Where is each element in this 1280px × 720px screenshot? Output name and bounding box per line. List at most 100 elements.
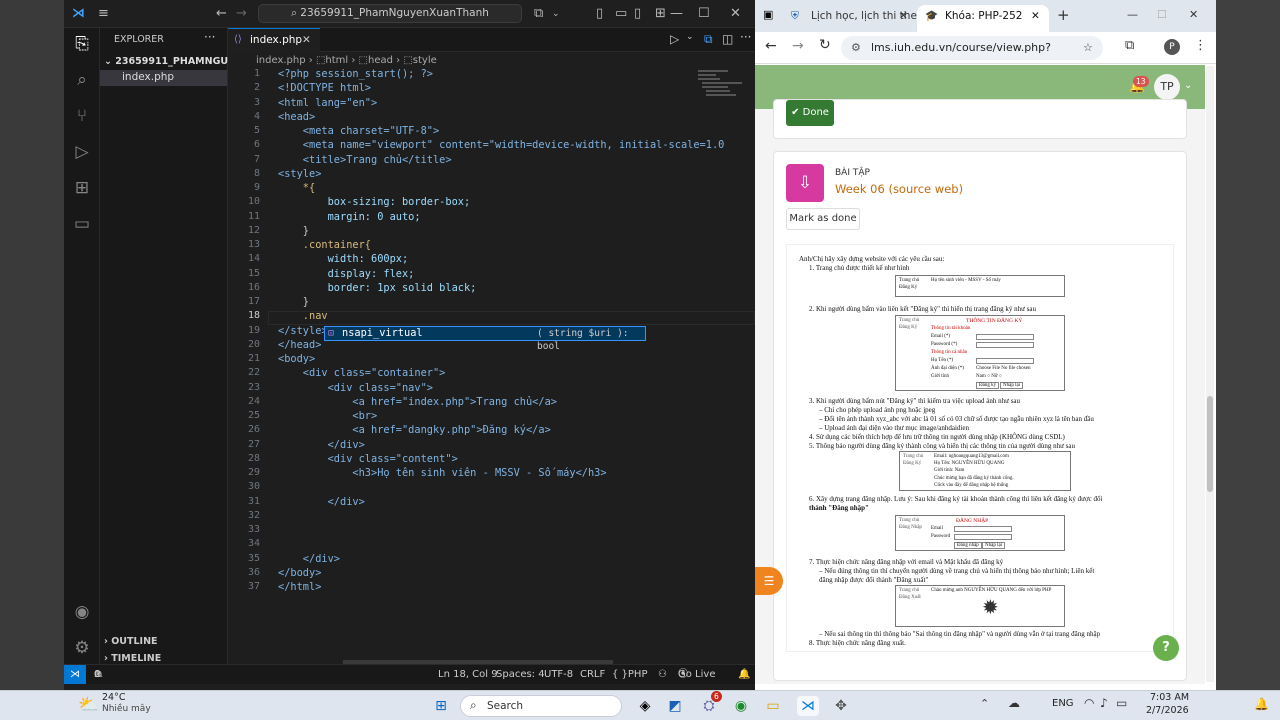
code-line[interactable]: </head> xyxy=(278,339,321,351)
close-tab-icon[interactable]: ✕ xyxy=(302,29,311,51)
profile-avatar[interactable]: P xyxy=(1164,39,1180,55)
autocomplete-suggestion[interactable]: ⊡ nsapi_virtual ( string $uri ): bool xyxy=(324,326,646,352)
indentation[interactable]: Spaces: 4 xyxy=(496,665,545,684)
chrome-icon[interactable]: ◉ xyxy=(730,696,752,716)
encoding[interactable]: UTF-8 xyxy=(544,665,573,684)
file-row-index-php[interactable]: index.php xyxy=(100,70,227,86)
page-scrollbar[interactable] xyxy=(1206,66,1214,682)
cursor-position[interactable]: Ln 18, Col 9 xyxy=(438,665,498,684)
notification-center-icon[interactable]: 🔔 xyxy=(1254,697,1269,711)
done-button[interactable]: ✔ Done xyxy=(786,100,834,126)
preview-icon[interactable]: ⧉ xyxy=(704,32,713,47)
code-line[interactable]: <meta charset="UTF-8"> xyxy=(278,125,439,137)
new-tab-icon[interactable]: + xyxy=(1057,6,1070,24)
remote-icon[interactable]: ⋊ xyxy=(64,665,86,684)
code-line[interactable]: </div> xyxy=(278,439,365,451)
scrollbar-thumb[interactable] xyxy=(1207,396,1213,492)
minimap[interactable] xyxy=(698,68,748,108)
code-line[interactable]: <h3>Họ tên sinh viên - MSSV - Số máy</h3… xyxy=(278,467,606,479)
more-actions-icon[interactable]: ··· xyxy=(204,30,215,44)
copilot-status-icon[interactable]: ⚇ xyxy=(658,665,667,684)
code-line[interactable]: <meta name="viewport" content="width=dev… xyxy=(278,139,725,151)
code-line[interactable]: <style> xyxy=(278,168,321,180)
chevron-down-icon[interactable]: ⌄ xyxy=(686,32,694,42)
maximize-icon[interactable]: ☐ xyxy=(1157,8,1167,21)
code-line[interactable]: } xyxy=(278,225,309,237)
remote-explorer-icon[interactable]: ▭ xyxy=(64,214,100,234)
language-mode[interactable]: { } PHP xyxy=(612,665,648,684)
close-tab-icon[interactable]: ✕ xyxy=(1031,5,1040,27)
volume-icon[interactable]: ♪ xyxy=(1100,696,1108,710)
layout-icon[interactable]: ⊞ xyxy=(655,6,666,22)
maximize-icon[interactable]: ☐ xyxy=(698,6,710,22)
course-index-drawer-icon[interactable]: ☰ xyxy=(755,567,783,595)
forward-arrow-icon[interactable]: → xyxy=(236,6,247,22)
weather-cloud-icon[interactable]: ⛅ xyxy=(78,695,99,715)
extensions-icon[interactable]: ⧉ xyxy=(1125,38,1134,53)
app-icon[interactable]: ✥ xyxy=(830,696,852,716)
onedrive-icon[interactable]: ☁ xyxy=(1008,696,1020,710)
code-line[interactable]: <div class="container"> xyxy=(278,367,446,379)
run-icon[interactable]: ▷ xyxy=(670,32,679,46)
split-editor-icon[interactable]: ◫ xyxy=(722,32,733,46)
code-line[interactable]: </body> xyxy=(278,567,321,579)
code-line[interactable]: </style> xyxy=(278,325,328,337)
code-line[interactable]: <a href="dangky.php">Đăng ký</a> xyxy=(278,424,550,436)
code-line[interactable]: <html lang="en"> xyxy=(278,97,377,109)
reload-icon[interactable]: ↻ xyxy=(819,37,831,53)
code-line[interactable]: <title>Trang chủ</title> xyxy=(278,154,452,166)
tab-search-icon[interactable]: ▣ xyxy=(763,8,773,21)
taskbar-search[interactable]: ⌕ Search xyxy=(460,695,622,717)
code-line[interactable]: <head> xyxy=(278,111,315,123)
toggle-panel-icon[interactable]: ▭ xyxy=(615,6,627,22)
site-info-icon[interactable]: ⚙ xyxy=(851,36,861,60)
app-icon[interactable]: ◩ xyxy=(664,696,686,716)
breadcrumb-item[interactable]: head xyxy=(368,55,393,66)
file-explorer-icon[interactable]: ▭ xyxy=(762,696,784,716)
forward-arrow-icon[interactable]: → xyxy=(792,38,804,54)
toggle-secondary-icon[interactable]: ▯ xyxy=(634,6,641,22)
breadcrumb-item[interactable]: index.php xyxy=(256,55,306,66)
tab-index-php[interactable]: ⟨⟩ index.php ✕ xyxy=(228,28,320,52)
notifications-icon[interactable]: 🔔 xyxy=(738,665,750,684)
code-line[interactable]: *{ xyxy=(278,182,315,194)
code-line[interactable]: <div class="nav"> xyxy=(278,382,433,394)
chevron-down-icon[interactable]: ⌄ xyxy=(552,6,560,22)
close-tab-icon[interactable]: ✕ xyxy=(899,5,908,27)
chevron-down-icon[interactable]: ⌄ xyxy=(1184,80,1192,91)
code-line[interactable]: display: flex; xyxy=(278,268,415,280)
code-line[interactable]: </div> xyxy=(278,553,340,565)
explorer-icon[interactable]: ⎘ xyxy=(64,34,100,54)
code-line[interactable]: <br> xyxy=(278,410,377,422)
code-line[interactable]: <body> xyxy=(278,353,315,365)
settings-gear-icon[interactable]: ⚙ xyxy=(64,638,100,658)
extensions-icon[interactable]: ⊞ xyxy=(64,178,100,198)
wifi-icon[interactable]: ◠ xyxy=(1084,696,1094,710)
code-line[interactable]: <!DOCTYPE html> xyxy=(278,82,371,94)
tab-schedule[interactable]: ⛨ Lịch học, lịch thi theo ✕ xyxy=(783,5,923,32)
menu-icon[interactable]: ≡ xyxy=(98,6,109,22)
account-icon[interactable]: ◉ xyxy=(64,602,100,622)
close-icon[interactable]: ✕ xyxy=(730,6,741,22)
timeline-section[interactable]: › TIMELINE xyxy=(104,653,161,664)
kebab-menu-icon[interactable]: ⋮ xyxy=(1194,38,1207,53)
tab-php-252[interactable]: 🎓 Khóa: PHP-252 ✕ xyxy=(917,5,1049,32)
code-line[interactable]: } xyxy=(278,296,309,308)
code-line[interactable]: border: 1px solid black; xyxy=(278,282,477,294)
vscode-taskbar-icon[interactable]: ⋊ xyxy=(797,696,819,716)
chevron-up-icon[interactable]: ⌃ xyxy=(980,697,989,710)
copilot-app-icon[interactable]: ◈ xyxy=(634,696,656,716)
code-line[interactable]: </div> xyxy=(278,496,365,508)
clock-time[interactable]: 7:03 AM xyxy=(1150,692,1189,703)
breadcrumb-item[interactable]: html xyxy=(325,55,348,66)
outline-section[interactable]: › OUTLINE xyxy=(104,636,158,647)
code-line[interactable]: .container{ xyxy=(278,239,371,251)
minimize-icon[interactable]: — xyxy=(1127,8,1138,21)
bookmark-star-icon[interactable]: ☆ xyxy=(1083,36,1093,60)
copilot-icon[interactable]: ⧉ xyxy=(534,6,543,22)
search-icon[interactable]: ⌕ xyxy=(64,70,100,90)
breadcrumb-item[interactable]: style xyxy=(413,55,437,66)
code-line[interactable]: <div class="content"> xyxy=(278,453,458,465)
back-arrow-icon[interactable]: ← xyxy=(765,38,777,54)
back-arrow-icon[interactable]: ← xyxy=(216,6,227,22)
